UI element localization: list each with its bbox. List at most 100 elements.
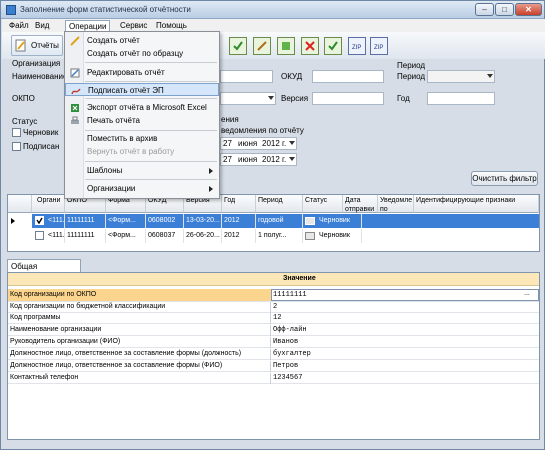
period-combo[interactable] (427, 70, 495, 83)
property-row[interactable]: Контактный телефон 1234567 (8, 373, 539, 384)
chevron-down-icon (289, 157, 295, 161)
property-row[interactable]: Должностное лицо, ответственное за соста… (8, 361, 539, 372)
date-to-picker[interactable]: 27 июня 2012 г. (220, 153, 297, 166)
row-pointer-icon (11, 218, 15, 224)
clear-filter-button[interactable]: Очистить фильтр (471, 171, 538, 186)
okpo-label: ОКПО (12, 94, 35, 103)
property-row-okpo[interactable]: Код организации по ОКПО 11111111 ... (8, 289, 539, 302)
property-row[interactable]: Код организации по бюджетной классификац… (8, 302, 539, 313)
menu-item-archive[interactable]: Поместить в архив (65, 132, 219, 145)
menu-item-organizations[interactable]: Организации (65, 182, 219, 195)
operations-menu: Создать отчёт Создать отчёт по образцу Р… (64, 31, 220, 199)
dates-group-label: ения (221, 115, 239, 124)
menu-view[interactable]: Вид (32, 20, 52, 31)
chevron-down-icon (289, 141, 295, 145)
property-row[interactable]: Наименование организации Офф-лайн (8, 325, 539, 336)
menu-item-edit-report[interactable]: Редактировать отчёт (65, 66, 219, 79)
property-row[interactable]: Должностное лицо, ответственное за соста… (8, 349, 539, 360)
zip-icon[interactable]: ZIP (348, 37, 366, 55)
year-input[interactable] (427, 92, 495, 105)
version-label: Версия (281, 94, 309, 103)
tab-general-info[interactable]: Общая информация (7, 259, 81, 284)
column-header-org[interactable]: Органи (35, 195, 65, 213)
form-pen-icon[interactable] (253, 37, 271, 55)
menu-separator (85, 179, 217, 180)
window-title: Заполнение форм статистической отчётност… (20, 5, 191, 14)
menu-item-export-excel[interactable]: Экспорт отчёта в Microsoft Excel (65, 101, 219, 114)
column-header-notify[interactable]: Уведомле по (378, 195, 414, 213)
minimize-button[interactable]: – (475, 3, 494, 16)
table-row[interactable]: <111... 11111111 <Форм... 0608037 26-06-… (8, 229, 539, 243)
pencil-icon (70, 36, 80, 46)
date-from-picker[interactable]: 27 июня 2012 г. (220, 137, 297, 150)
maximize-button[interactable]: □ (495, 3, 514, 16)
menu-item-print[interactable]: Печать отчёта (65, 114, 219, 127)
reports-button[interactable]: Отчёты (11, 35, 63, 56)
draft-label: Черновик (23, 128, 59, 137)
okud-input[interactable] (312, 70, 384, 83)
year-label: Год (397, 94, 410, 103)
menu-item-create-report[interactable]: Создать отчёт (65, 34, 219, 47)
signature-icon (71, 88, 81, 95)
period-group-label: Период (397, 61, 426, 70)
column-header-year[interactable]: Год (222, 195, 256, 213)
menu-separator (85, 161, 217, 162)
details-tabs: Общая информация (7, 259, 540, 284)
zip2-icon[interactable]: ZIP (370, 37, 388, 55)
row-checkbox[interactable] (35, 216, 44, 225)
okpo-value-editor[interactable] (271, 289, 539, 301)
column-header-sent-date[interactable]: Дата отправки (343, 195, 378, 213)
properties-grid: Значение Код организации по ОКПО 1111111… (7, 272, 540, 440)
chevron-down-icon (268, 96, 274, 100)
column-header-attributes[interactable]: Идентифицирующие признаки (414, 195, 539, 213)
column-header-period[interactable]: Период (256, 195, 303, 213)
app-icon (6, 5, 16, 15)
svg-text:ZIP: ZIP (352, 45, 361, 51)
check-icon (36, 217, 43, 224)
edit-icon (70, 68, 80, 78)
draft-status-icon (305, 232, 315, 240)
menu-separator (85, 81, 217, 82)
reports-label: Отчёты (31, 41, 59, 50)
name-label: Наименование (12, 72, 68, 81)
form-red-icon[interactable] (301, 37, 319, 55)
table-row[interactable]: <111... 11111111 <Форм... 0608002 13-03-… (8, 214, 539, 228)
ellipsis-button[interactable]: ... (524, 290, 530, 297)
menu-item-sign-report[interactable]: Подписать отчёт ЭП (65, 83, 219, 96)
menu-item-create-from-template[interactable]: Создать отчёт по образцу (65, 47, 219, 60)
form-check-icon[interactable] (229, 37, 247, 55)
menu-file[interactable]: Файл (6, 20, 32, 31)
menu-separator (85, 98, 217, 99)
form-green-icon[interactable] (277, 37, 295, 55)
signed-checkbox[interactable] (12, 142, 21, 151)
property-row[interactable]: Руководитель организации (ФИО) Иванов (8, 337, 539, 348)
menu-help[interactable]: Помощь (153, 20, 190, 31)
draft-checkbox[interactable] (12, 128, 21, 137)
column-header-selector (8, 195, 32, 213)
signed-label: Подписан (23, 142, 60, 151)
excel-icon (71, 104, 79, 112)
column-header-status[interactable]: Статус (303, 195, 343, 213)
period-label: Период (397, 72, 426, 81)
property-row[interactable]: Код программы 12 (8, 313, 539, 324)
menu-item-templates[interactable]: Шаблоны (65, 164, 219, 177)
chevron-down-icon (487, 74, 493, 78)
print-icon (71, 116, 79, 124)
okud-label: ОКУД (281, 72, 303, 81)
menu-item-return-to-work: Вернуть отчёт в работу (87, 147, 175, 156)
title-bar: Заполнение форм статистической отчётност… (1, 1, 544, 19)
row-checkbox[interactable] (35, 231, 44, 240)
name-input[interactable] (220, 70, 273, 83)
reports-table: Органи ОКПО Форма ОКУД Версия Год Период… (7, 194, 540, 252)
draft-status-icon (305, 217, 315, 225)
chevron-right-icon (209, 186, 213, 192)
version-input[interactable] (312, 92, 384, 105)
status-group-label: Статус (12, 117, 38, 126)
menu-service[interactable]: Сервис (117, 20, 150, 31)
main-window: Заполнение форм статистической отчётност… (0, 0, 545, 450)
org-group-label: Организация (12, 59, 61, 68)
chevron-right-icon (209, 168, 213, 174)
okpo-combo[interactable] (220, 92, 276, 105)
close-button[interactable]: ✕ (515, 3, 542, 16)
form-check2-icon[interactable] (324, 37, 342, 55)
